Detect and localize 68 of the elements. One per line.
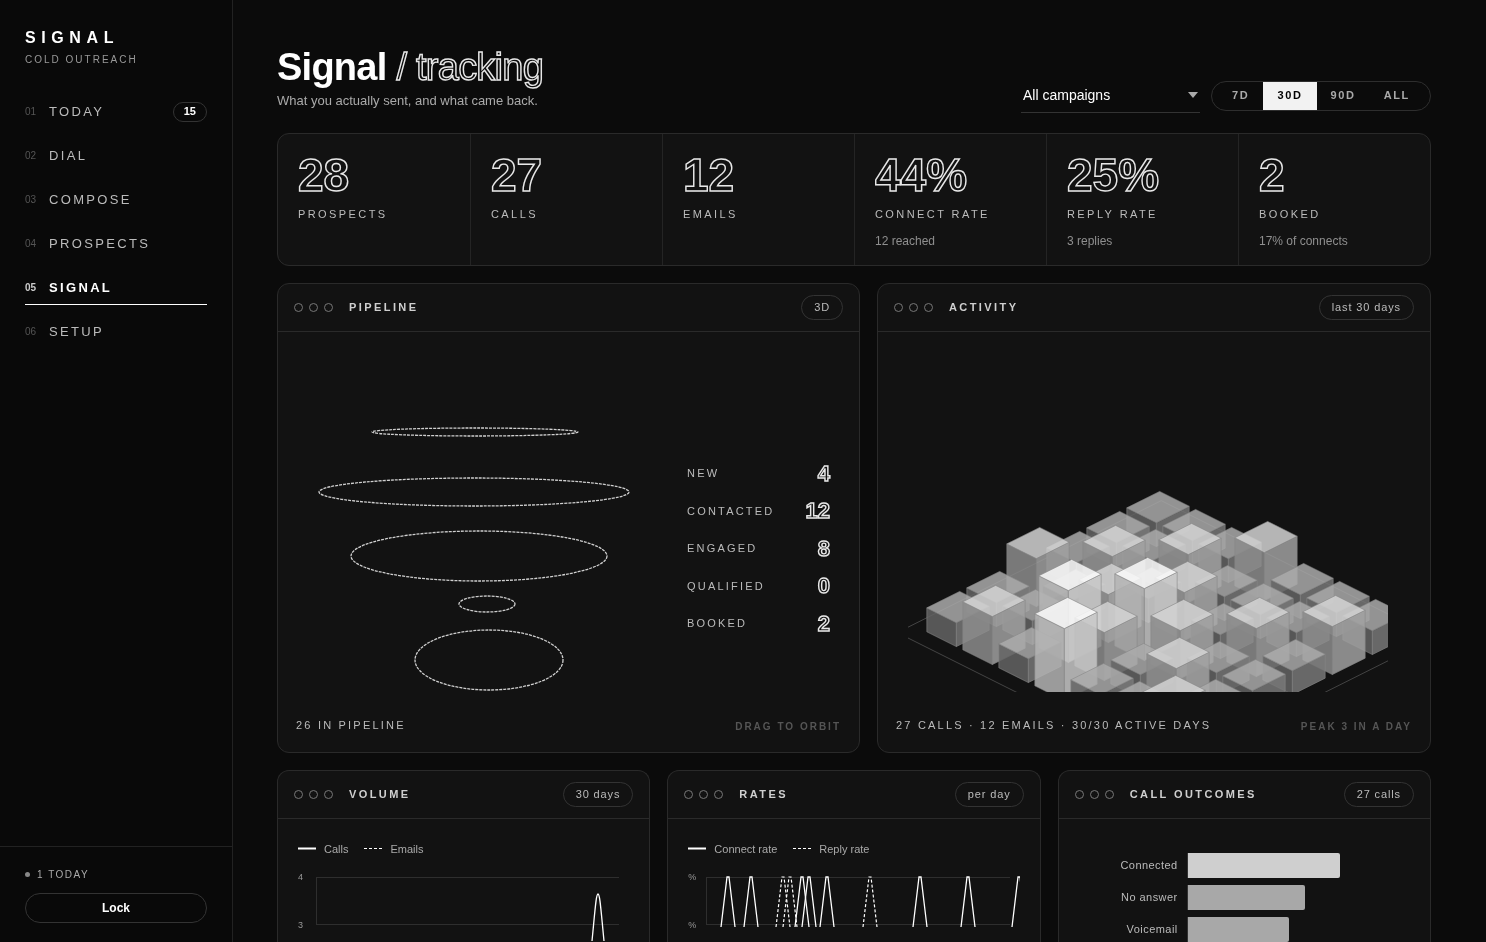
legend-label: Calls xyxy=(324,841,349,857)
stat-label: CALLS xyxy=(491,206,539,222)
stage-label: QUALIFIED xyxy=(687,578,765,594)
outcome-label: Connected xyxy=(1119,857,1178,873)
stage-count: 2 xyxy=(817,609,830,638)
outcome-label: Voicemail xyxy=(1125,921,1178,937)
peak-note: PEAK 3 IN A DAY xyxy=(1300,719,1412,734)
axis-label: 3 xyxy=(298,919,303,932)
stat-value: 27 xyxy=(491,149,544,200)
range-tab[interactable]: ALL xyxy=(1369,81,1424,110)
stat-label: EMAILS xyxy=(683,206,739,222)
stat-value: 44% xyxy=(875,149,969,200)
stat-label: BOOKED xyxy=(1259,206,1322,222)
stat-note: 12 reached xyxy=(875,233,937,250)
line-chart-drawing xyxy=(591,891,605,941)
stage-count: 0 xyxy=(817,572,830,601)
panel-title: PIPELINE xyxy=(349,299,419,315)
stat-label: PROSPECTS xyxy=(298,206,389,222)
page-subtitle: What you actually sent, and what came back. xyxy=(277,92,539,110)
panel-title: VOLUME xyxy=(349,786,411,802)
legend-label: Connect rate xyxy=(714,841,778,857)
stat-value: 2 xyxy=(1259,149,1286,200)
stage-count: 12 xyxy=(805,497,830,526)
stage-count: 4 xyxy=(817,459,830,488)
axis-label: % xyxy=(688,871,697,884)
stat-label: CONNECT RATE xyxy=(875,206,991,222)
axis-label: % xyxy=(688,919,697,932)
stage-label: NEW xyxy=(687,466,720,481)
stage-label: ENGAGED xyxy=(687,541,758,556)
legend-line-icon xyxy=(688,847,707,851)
pipeline-total: 26 IN PIPELINE xyxy=(296,718,406,733)
page-title-accent: / tracking xyxy=(396,45,544,90)
stage-count: 8 xyxy=(817,534,830,563)
legend-line-icon xyxy=(793,847,812,851)
legend-label: Emails xyxy=(390,841,424,857)
panel-title: CALL OUTCOMES xyxy=(1129,786,1257,802)
stat-label: REPLY RATE xyxy=(1067,206,1159,222)
range-tab[interactable]: 30D xyxy=(1263,81,1317,110)
stat-note: 17% of connects xyxy=(1259,233,1349,250)
nav-item[interactable]: 04 PROSPECTS xyxy=(25,227,207,261)
legend-line-icon xyxy=(364,847,383,851)
range-tab[interactable]: 7D xyxy=(1218,81,1264,110)
campaign-select[interactable]: All campaigns xyxy=(1021,78,1200,113)
status-text: 1 TODAY xyxy=(37,868,90,882)
nav-item[interactable]: 05 SIGNAL xyxy=(25,271,207,305)
legend-label: Reply rate xyxy=(819,841,870,857)
nav-item[interactable]: 02 DIAL xyxy=(25,139,207,173)
nav-item[interactable]: 06 SETUP xyxy=(25,315,207,349)
panel-title: RATES xyxy=(739,786,788,802)
nav-item[interactable]: 03 COMPOSE xyxy=(25,183,207,217)
page-title: Signal xyxy=(277,45,387,90)
stage-label: CONTACTED xyxy=(687,503,775,519)
axis-label: 4 xyxy=(298,871,303,884)
stat-note: 3 replies xyxy=(1067,233,1114,250)
range-tab[interactable]: 90D xyxy=(1316,81,1370,110)
panel-title: ACTIVITY xyxy=(949,299,1019,315)
brand-tagline: COLD OUTREACH xyxy=(25,53,139,67)
stat-value: 25% xyxy=(1067,149,1161,200)
stat-value: 12 xyxy=(683,149,736,200)
orbit-hint: DRAG TO ORBIT xyxy=(735,719,841,734)
stage-label: BOOKED xyxy=(687,616,748,631)
caret-icon xyxy=(1188,92,1198,98)
stat-value: 28 xyxy=(298,149,351,200)
activity-summary: 27 CALLS · 12 EMAILS · 30/30 ACTIVE DAYS xyxy=(896,718,1212,733)
legend-line-icon xyxy=(298,847,316,851)
brand-name: SIGNAL xyxy=(25,28,121,48)
nav-item[interactable]: 01 TODAY 15 xyxy=(25,95,207,129)
outcome-label: No answer xyxy=(1120,889,1178,905)
